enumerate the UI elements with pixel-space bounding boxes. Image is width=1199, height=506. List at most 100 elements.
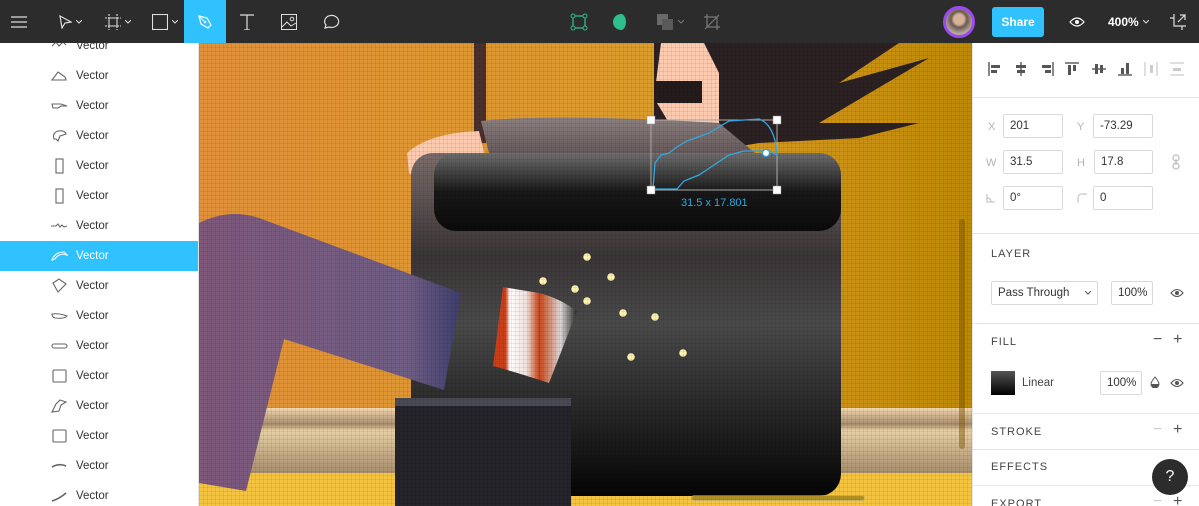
resize-icon (1170, 13, 1186, 30)
layer-label: Vector (76, 400, 109, 412)
rotation-input[interactable]: 0° (1003, 186, 1063, 210)
fill-opacity-input[interactable]: 100% (1100, 371, 1142, 395)
corner-radius-icon (1077, 193, 1087, 203)
chevron-down-icon (125, 19, 131, 24)
vertical-scrollbar[interactable] (959, 219, 965, 449)
remove-fill-button[interactable]: − (1153, 331, 1162, 349)
menu-button[interactable] (0, 0, 38, 43)
fill-visibility-eye-icon[interactable] (1170, 378, 1184, 388)
layer-row[interactable]: Vector (0, 481, 198, 506)
corner-radius-input[interactable]: 0 (1093, 186, 1153, 210)
layer-row[interactable]: Vector (0, 211, 198, 241)
comment-icon (324, 14, 340, 29)
chevron-down-icon (172, 19, 178, 24)
align-bottom-icon[interactable] (1117, 61, 1133, 77)
layer-row[interactable]: Vector (0, 361, 198, 391)
vector-square-icon (50, 428, 68, 444)
user-avatar[interactable] (943, 6, 975, 38)
y-input[interactable]: -73.29 (1093, 114, 1153, 138)
zoom-level-value: 400% (1108, 14, 1139, 29)
zoom-level-dropdown[interactable]: 400% (1108, 0, 1149, 43)
layer-row[interactable]: Vector (0, 43, 198, 61)
divider (973, 323, 1199, 324)
layer-row[interactable]: Vector (0, 331, 198, 361)
layer-label: Vector (76, 70, 109, 82)
pen-tool-button[interactable] (184, 0, 226, 43)
resize-to-fit-button[interactable] (1166, 0, 1190, 43)
distribute-vertical-icon[interactable] (1169, 61, 1185, 77)
align-left-icon[interactable] (987, 61, 1003, 77)
fill-swatch[interactable] (991, 371, 1015, 395)
layer-row[interactable]: Vector (0, 241, 198, 271)
boolean-button[interactable] (650, 0, 690, 43)
remove-stroke-button[interactable]: − (1153, 421, 1162, 439)
layer-label: Vector (76, 280, 109, 292)
design-canvas[interactable]: 31.5 x 17.801 (199, 43, 972, 506)
crop-button[interactable] (698, 0, 726, 43)
preview-button[interactable] (1064, 0, 1090, 43)
share-button[interactable]: Share (992, 7, 1044, 37)
vector-rect-tall-icon (50, 158, 68, 174)
vector-icon (50, 43, 68, 54)
rectangle-icon (152, 13, 168, 30)
add-fill-button[interactable]: + (1173, 331, 1182, 349)
edit-object-button[interactable] (565, 0, 593, 43)
remove-export-button[interactable]: − (1153, 493, 1162, 506)
align-right-icon[interactable] (1039, 61, 1055, 77)
layer-label: Vector (76, 100, 109, 112)
boolean-icon (657, 13, 673, 30)
image-tool-button[interactable] (274, 0, 304, 43)
layer-row[interactable]: Vector (0, 151, 198, 181)
distribute-horizontal-icon[interactable] (1143, 61, 1159, 77)
layer-row[interactable]: Vector (0, 271, 198, 301)
frame-tool-button[interactable] (98, 0, 138, 43)
chevron-down-icon (1142, 19, 1149, 24)
align-horizontal-center-icon[interactable] (1013, 61, 1029, 77)
layer-row[interactable]: Vector (0, 91, 198, 121)
resize-handle-tl (646, 115, 656, 125)
layer-row[interactable]: Vector (0, 121, 198, 151)
effects-section-title: EFFECTS (991, 461, 1049, 473)
help-button[interactable]: ? (1152, 459, 1188, 495)
crop-icon (704, 13, 720, 30)
height-input[interactable]: 17.8 (1094, 150, 1153, 174)
layer-label: Vector (76, 130, 109, 142)
layer-visibility-eye-icon[interactable] (1170, 288, 1184, 298)
fill-type-label[interactable]: Linear (1022, 377, 1054, 389)
stroke-section-title: STROKE (991, 426, 1043, 438)
vector-path (652, 118, 778, 190)
vector-square-icon (50, 368, 68, 384)
layer-section-title: LAYER (991, 248, 1032, 260)
x-input[interactable]: 201 (1003, 114, 1063, 138)
layer-opacity-input[interactable]: 100% (1111, 281, 1153, 305)
constrain-proportions-icon[interactable] (1171, 154, 1181, 170)
top-toolbar: Share 400% (0, 0, 1199, 43)
blend-mode-value: Pass Through (998, 287, 1070, 299)
horizontal-scrollbar[interactable] (691, 495, 865, 501)
width-input[interactable]: 31.5 (1003, 150, 1063, 174)
layer-row[interactable]: Vector (0, 421, 198, 451)
blend-drop-icon[interactable] (1150, 376, 1160, 388)
layer-row[interactable]: Vector (0, 61, 198, 91)
mask-button[interactable] (607, 0, 635, 43)
vector-arm-icon (50, 98, 68, 114)
add-export-button[interactable]: + (1173, 493, 1182, 506)
shape-tool-button[interactable] (145, 0, 185, 43)
resize-handle-bl (646, 185, 656, 195)
add-stroke-button[interactable]: + (1173, 421, 1182, 439)
layer-row[interactable]: Vector (0, 391, 198, 421)
layer-row[interactable]: Vector (0, 451, 198, 481)
blend-mode-select[interactable]: Pass Through (991, 281, 1098, 305)
align-vertical-center-icon[interactable] (1091, 61, 1107, 77)
layer-row[interactable]: Vector (0, 181, 198, 211)
layer-row[interactable]: Vector (0, 301, 198, 331)
move-tool-button[interactable] (50, 0, 90, 43)
edit-object-icon (570, 13, 588, 30)
comment-tool-button[interactable] (316, 0, 346, 43)
y-label: Y (1077, 121, 1085, 133)
text-tool-button[interactable] (232, 0, 262, 43)
align-top-icon[interactable] (1064, 61, 1080, 77)
pen-icon (198, 14, 212, 29)
divider (973, 413, 1199, 414)
vector-zigzag-icon (50, 218, 68, 234)
